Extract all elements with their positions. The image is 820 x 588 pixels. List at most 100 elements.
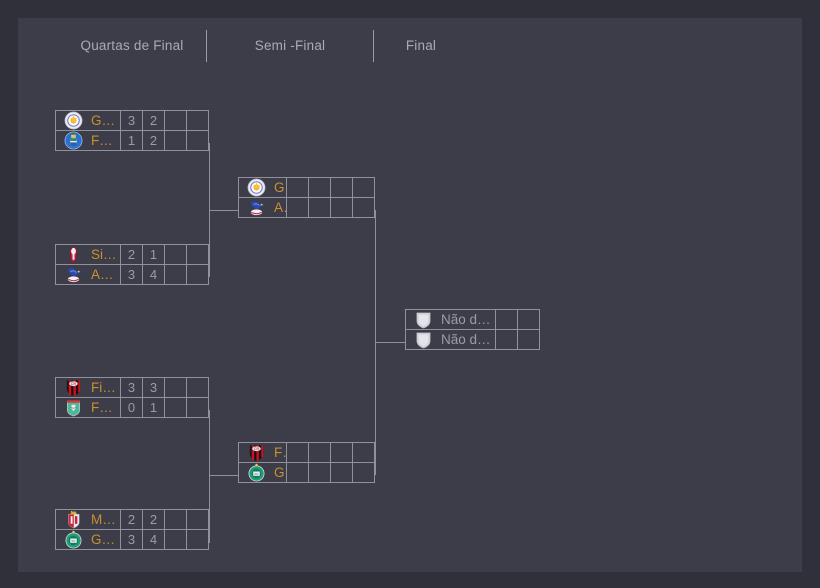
sidney-crest-icon	[64, 245, 83, 264]
score-cell[interactable]: 2	[142, 131, 164, 150]
score-cell[interactable]	[164, 378, 186, 397]
svg-text:CR: CR	[71, 382, 77, 386]
tab-quartas-de-final[interactable]: Quartas de Final	[58, 18, 206, 72]
team-info: FC Guilherme	[56, 530, 120, 549]
score-cell[interactable]	[308, 463, 330, 482]
score-cell[interactable]	[286, 198, 308, 217]
match-card[interactable]: Marlon22FCGuilherme34	[55, 509, 209, 550]
round-tabs: Quartas de Final Semi -Final Final	[18, 18, 802, 72]
team-info: Adriano	[239, 198, 286, 217]
tab-final[interactable]: Final	[374, 18, 468, 72]
fiuza-crest-icon: CR	[247, 443, 266, 462]
score-cell[interactable]	[308, 443, 330, 462]
placeholder-crest-icon	[414, 310, 433, 329]
score-cell[interactable]	[186, 378, 208, 397]
match-team-row[interactable]: Marlon22	[56, 510, 208, 529]
team-name: Guilherme	[91, 532, 120, 547]
tab-label: Final	[405, 37, 437, 53]
score-cell[interactable]	[286, 463, 308, 482]
match-card[interactable]: Não definido Não definido	[405, 309, 540, 350]
match-card[interactable]: CRFiuza33Fabio01	[55, 377, 209, 418]
fabio-crest-icon	[64, 398, 83, 417]
fiuza-crest-icon: CR	[64, 378, 83, 397]
score-cell[interactable]	[186, 111, 208, 130]
score-cell[interactable]	[352, 178, 374, 197]
score-cell[interactable]	[308, 178, 330, 197]
team-info: Fabio	[56, 398, 120, 417]
score-cell[interactable]	[186, 510, 208, 529]
score-cell[interactable]: 3	[120, 265, 142, 284]
match-team-row[interactable]: Não definido	[406, 329, 539, 349]
score-cell[interactable]	[517, 310, 539, 329]
svg-text:FC: FC	[255, 472, 259, 476]
score-cell[interactable]: 2	[120, 245, 142, 264]
match-team-row[interactable]: FC Guilherme	[239, 462, 374, 482]
tab-label: Semi -Final	[254, 37, 326, 53]
score-cell[interactable]: 3	[120, 530, 142, 549]
score-cell[interactable]: 1	[120, 131, 142, 150]
score-cell[interactable]: 4	[142, 530, 164, 549]
score-cell[interactable]	[164, 131, 186, 150]
bracket-connector-line	[209, 210, 239, 211]
score-cell[interactable]	[495, 330, 517, 349]
match-team-row[interactable]: CR Fiuza	[239, 443, 374, 462]
match-card[interactable]: CR Fiuza FC Guilherme	[238, 442, 375, 483]
team-info: Não definido	[406, 310, 495, 329]
adriano-crest-icon	[64, 265, 83, 284]
score-cell[interactable]	[186, 245, 208, 264]
match-card[interactable]: Godan32Fernando12	[55, 110, 209, 151]
match-team-row[interactable]: Não definido	[406, 310, 539, 329]
match-card[interactable]: Godan Adriano	[238, 177, 375, 218]
match-team-row[interactable]: Adriano34	[56, 264, 208, 284]
score-cell[interactable]	[164, 530, 186, 549]
score-cell[interactable]	[330, 178, 352, 197]
match-team-row[interactable]: Sidney21	[56, 245, 208, 264]
score-cell[interactable]	[330, 443, 352, 462]
score-cell[interactable]: 2	[142, 510, 164, 529]
score-cell[interactable]: 3	[120, 378, 142, 397]
score-cell[interactable]	[164, 265, 186, 284]
score-cell[interactable]: 2	[142, 111, 164, 130]
score-cell[interactable]	[517, 330, 539, 349]
score-cell[interactable]: 3	[142, 378, 164, 397]
match-team-row[interactable]: Adriano	[239, 197, 374, 217]
godan-crest-icon	[64, 111, 83, 130]
score-cell[interactable]	[330, 198, 352, 217]
score-cell[interactable]	[186, 265, 208, 284]
guilherme-crest-icon: FC	[64, 530, 83, 549]
match-card[interactable]: Sidney21Adriano34	[55, 244, 209, 285]
godan-crest-icon	[247, 178, 266, 197]
match-team-row[interactable]: Godan32	[56, 111, 208, 130]
match-team-row[interactable]: Godan	[239, 178, 374, 197]
score-cell[interactable]	[308, 198, 330, 217]
score-cell[interactable]: 4	[142, 265, 164, 284]
team-info: Adriano	[56, 265, 120, 284]
score-cell[interactable]: 2	[120, 510, 142, 529]
score-cell[interactable]	[352, 198, 374, 217]
team-info: Marlon	[56, 510, 120, 529]
score-cell[interactable]	[352, 443, 374, 462]
score-cell[interactable]: 0	[120, 398, 142, 417]
team-name: Guilherme	[274, 465, 286, 480]
score-cell[interactable]	[164, 111, 186, 130]
score-cell[interactable]	[164, 398, 186, 417]
score-cell[interactable]	[164, 245, 186, 264]
score-cell[interactable]	[164, 510, 186, 529]
team-info: Godan	[239, 178, 286, 197]
score-cell[interactable]: 3	[120, 111, 142, 130]
score-cell[interactable]	[495, 310, 517, 329]
score-cell[interactable]	[286, 178, 308, 197]
score-cell[interactable]	[186, 398, 208, 417]
score-cell[interactable]	[186, 131, 208, 150]
score-cell[interactable]	[330, 463, 352, 482]
match-team-row[interactable]: Fabio01	[56, 397, 208, 417]
tab-semi-final[interactable]: Semi -Final	[207, 18, 373, 72]
score-cell[interactable]	[352, 463, 374, 482]
score-cell[interactable]: 1	[142, 398, 164, 417]
score-cell[interactable]	[286, 443, 308, 462]
match-team-row[interactable]: FC Guilherme34	[56, 529, 208, 549]
match-team-row[interactable]: Fernando12	[56, 130, 208, 150]
score-cell[interactable]: 1	[142, 245, 164, 264]
score-cell[interactable]	[186, 530, 208, 549]
match-team-row[interactable]: CRFiuza33	[56, 378, 208, 397]
